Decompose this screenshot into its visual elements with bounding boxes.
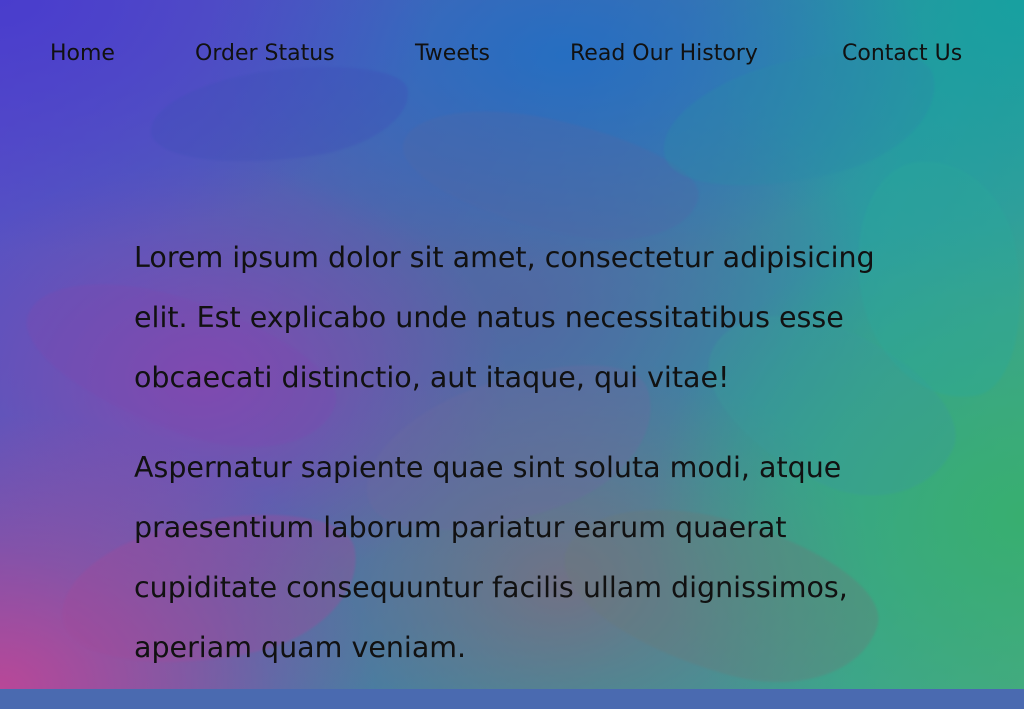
nav-link-contact-us[interactable]: Contact Us [842,36,962,72]
nav-link-home[interactable]: Home [50,36,115,72]
main-content: Lorem ipsum dolor sit amet, consectetur … [134,228,894,708]
body-paragraph: Aspernatur sapiente quae sint soluta mod… [134,451,848,664]
intro-paragraph: Lorem ipsum dolor sit amet, consectetur … [134,241,875,394]
nav-link-read-our-history[interactable]: Read Our History [570,36,758,72]
nav-link-tweets[interactable]: Tweets [415,36,490,72]
main-nav: Home Order Status Tweets Read Our Histor… [0,36,1024,76]
nav-link-order-status[interactable]: Order Status [195,36,335,72]
